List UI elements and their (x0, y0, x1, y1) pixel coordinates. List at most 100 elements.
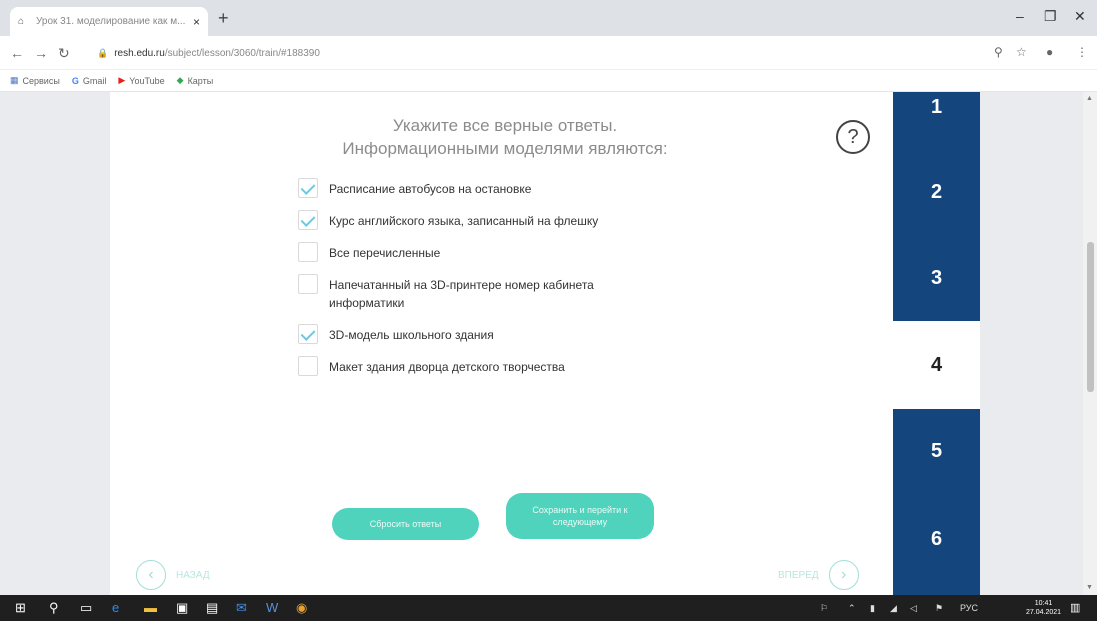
google-icon: G (71, 75, 79, 86)
step-6[interactable]: 6 (893, 494, 980, 595)
answer-label: Расписание автобусов на остановке (329, 182, 532, 196)
right-margin (980, 92, 1083, 595)
checkbox[interactable] (298, 210, 318, 230)
bookmark-maps[interactable]: ◆ Карты (177, 75, 214, 86)
bookmark-label: Сервисы (22, 75, 60, 86)
browser-toolbar: ← → ↻ 🔒 resh.edu.ru /subject/lesson/3060… (0, 36, 1097, 70)
answer-option[interactable]: Курс английского языка, записанный на фл… (298, 210, 718, 230)
scroll-up-icon[interactable]: ▲ (1086, 95, 1093, 102)
checkbox[interactable] (298, 242, 318, 262)
file-explorer-icon[interactable]: ▬ (144, 601, 157, 615)
windows-taskbar: ⊞ ⚲ ▭ e ▬ ▣ ▤ ✉ W ◉ ⚐ ⌃ ▮ ◢ ◁ ⚑ РУС 10:4… (0, 595, 1097, 621)
bookmark-youtube[interactable]: ▶ YouTube (118, 75, 164, 86)
bookmark-apps[interactable]: ▦ Сервисы (10, 75, 60, 86)
chevron-right-icon[interactable]: › (828, 560, 859, 590)
forward-nav[interactable]: ВПЕРЕД › (778, 560, 859, 590)
answer-label: Все перечисленные (329, 246, 441, 260)
answer-option[interactable]: Все перечисленные (298, 242, 718, 262)
url-path: /subject/lesson/3060/train/#188390 (164, 47, 320, 59)
clock[interactable]: 10:41 27.04.2021 (1026, 599, 1061, 617)
youtube-icon: ▶ (118, 75, 126, 85)
step-4-current[interactable]: 4 (893, 321, 980, 409)
mail-icon[interactable]: ✉ (236, 601, 247, 615)
app-icon[interactable]: ▤ (206, 601, 218, 615)
tab-close-icon[interactable]: × (193, 15, 200, 29)
windows-start-icon[interactable]: ⊞ (15, 601, 26, 615)
step-1[interactable]: 1 (893, 92, 980, 149)
profile-icon[interactable]: ● (1046, 45, 1053, 59)
checkbox[interactable] (298, 324, 318, 344)
answer-option[interactable]: Макет здания дворца детского творчества (298, 356, 718, 376)
volume-icon[interactable]: ◁ (910, 603, 917, 614)
tray-chevron-icon[interactable]: ⌃ (848, 603, 856, 614)
back-nav[interactable]: ‹ НАЗАД (136, 560, 210, 590)
star-icon[interactable]: ☆ (1016, 45, 1027, 59)
lock-icon: 🔒 (97, 47, 109, 58)
checkbox[interactable] (298, 178, 318, 198)
question-line-2: Информационными моделями являются: (342, 139, 668, 158)
tab-title: Урок 31. моделирование как м... (36, 16, 186, 27)
answer-label: Макет здания дворца детского творчества (329, 360, 565, 374)
apps-grid-icon: ▦ (10, 75, 19, 85)
word-icon[interactable]: W (266, 601, 278, 615)
answer-label: Курс английского языка, записанный на фл… (329, 214, 599, 228)
bookmark-label: YouTube (129, 75, 165, 86)
close-window-icon[interactable]: ✕ (1074, 8, 1086, 25)
web-page: ▲ ▼ Укажите все верные ответы. Информаци… (0, 92, 1097, 595)
forward-arrow-icon[interactable]: → (34, 45, 48, 61)
address-bar[interactable]: 🔒 resh.edu.ru /subject/lesson/3060/train… (85, 41, 985, 65)
url-host: resh.edu.ru (114, 47, 165, 59)
answer-option[interactable]: Напечатанный на 3D-принтере номер кабине… (298, 274, 668, 312)
bookmarks-bar: ▦ Сервисы G Gmail ▶ YouTube ◆ Карты (0, 70, 1097, 92)
step-5[interactable]: 5 (893, 409, 980, 494)
screen: ⌂ Урок 31. моделирование как м... × + – … (0, 0, 1097, 621)
action-center-icon[interactable]: ▥ (1070, 601, 1080, 615)
back-label: НАЗАД (176, 569, 210, 581)
chrome-icon[interactable]: ◉ (296, 601, 307, 615)
browser-tab[interactable]: ⌂ Урок 31. моделирование как м... × (10, 7, 208, 36)
scroll-down-icon[interactable]: ▼ (1086, 584, 1093, 591)
minimize-icon[interactable]: – (1016, 8, 1024, 24)
checkbox[interactable] (298, 356, 318, 376)
answer-label: 3D-модель школьного здания (329, 328, 494, 342)
step-2[interactable]: 2 (893, 149, 980, 236)
menu-dots-icon[interactable]: ⋮ (1076, 45, 1088, 59)
bookmark-gmail[interactable]: G Gmail (72, 76, 107, 86)
clock-date: 27.04.2021 (1026, 609, 1062, 616)
reset-answers-button[interactable]: Сбросить ответы (332, 508, 479, 540)
left-margin (0, 92, 110, 595)
back-arrow-icon[interactable]: ← (10, 45, 24, 61)
bookmark-label: Gmail (82, 75, 107, 86)
question-text: Укажите все верные ответы. Информационны… (300, 114, 710, 160)
answer-label: Напечатанный на 3D-принтере номер кабине… (329, 278, 594, 310)
new-tab-button[interactable]: + (218, 8, 229, 28)
maps-icon: ◆ (176, 75, 184, 85)
zoom-icon[interactable]: ⚲ (994, 45, 1003, 59)
question-line-1: Укажите все верные ответы. (392, 116, 618, 135)
checkbox[interactable] (298, 274, 318, 294)
store-icon[interactable]: ▣ (176, 601, 188, 615)
clock-time: 10:41 (1034, 600, 1053, 607)
people-icon[interactable]: ⚐ (820, 603, 828, 614)
bookmark-label: Карты (187, 75, 214, 86)
chevron-left-icon[interactable]: ‹ (136, 560, 166, 590)
restore-icon[interactable]: ❐ (1044, 8, 1057, 25)
step-3[interactable]: 3 (893, 236, 980, 321)
forward-label: ВПЕРЕД (778, 569, 819, 581)
step-navigator: 1 2 3 4 5 6 (893, 92, 980, 595)
edge-browser-icon[interactable]: e (112, 601, 119, 615)
answer-options: Расписание автобусов на остановке Курс а… (298, 178, 718, 390)
answer-option[interactable]: Расписание автобусов на остановке (298, 178, 718, 198)
search-icon[interactable]: ⚲ (49, 601, 59, 615)
language-indicator[interactable]: РУС (960, 603, 978, 613)
notification-sync-icon[interactable]: ⚑ (935, 603, 943, 614)
battery-icon[interactable]: ▮ (870, 603, 875, 614)
task-view-icon[interactable]: ▭ (80, 601, 92, 615)
network-icon[interactable]: ◢ (890, 603, 897, 614)
save-and-next-button[interactable]: Сохранить и перейти к следующему (506, 493, 654, 539)
answer-option[interactable]: 3D-модель школьного здания (298, 324, 718, 344)
scrollbar-thumb[interactable] (1087, 242, 1094, 392)
tab-strip: ⌂ Урок 31. моделирование как м... × + – … (0, 0, 1097, 36)
reload-icon[interactable]: ↻ (58, 45, 70, 62)
help-icon[interactable]: ? (836, 120, 870, 154)
